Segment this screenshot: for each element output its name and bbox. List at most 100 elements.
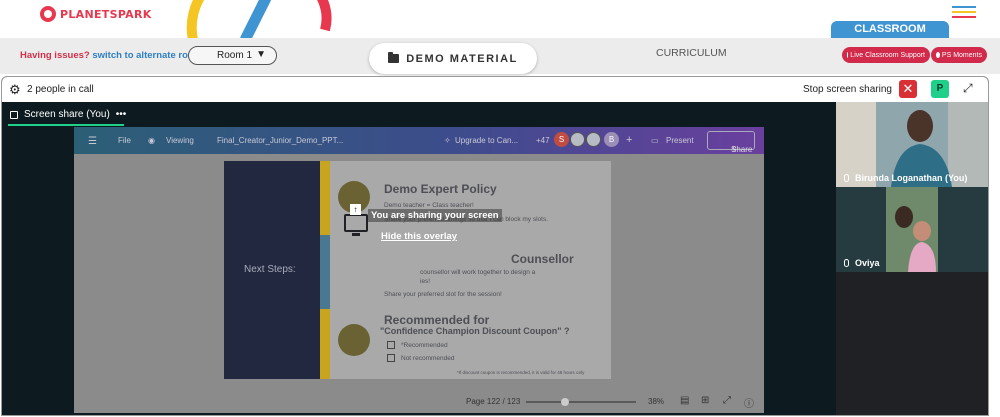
- decorative-arcs: [186, 0, 332, 40]
- close-icon: ✕: [902, 81, 914, 96]
- collaborator-avatar[interactable]: S: [554, 132, 569, 147]
- planetspark-logo[interactable]: PLANETSPARK: [40, 6, 152, 22]
- canva-viewing-mode[interactable]: Viewing: [166, 136, 194, 145]
- collaborator-avatar[interactable]: [586, 132, 601, 147]
- slide-text: Not recommended: [401, 355, 455, 362]
- crown-icon: ✧: [444, 136, 451, 145]
- live-support-label: Live Classroom Support: [850, 51, 925, 59]
- curriculum-tab[interactable]: CURRICULUM: [656, 47, 727, 59]
- canva-footer: Page 122 / 123 38% ▤ ⊞ ⤢ ⓘ: [74, 389, 764, 413]
- screen-share-tab[interactable]: Screen share (You) •••: [10, 109, 126, 120]
- collaborator-avatar[interactable]: B: [604, 132, 619, 147]
- microphone-icon: [844, 174, 849, 182]
- next-steps-label: Next Steps:: [244, 264, 296, 275]
- canva-share-label: Share: [731, 145, 753, 154]
- zoom-level: 38%: [648, 397, 665, 406]
- notes-icon[interactable]: ▤: [680, 395, 689, 406]
- sharing-overlay-title: You are sharing your screen: [368, 209, 502, 222]
- slide-left-panel: Next Steps:: [224, 161, 320, 379]
- slide-text: ies!: [420, 278, 431, 285]
- screen-share-icon: [10, 110, 18, 119]
- sharing-overlay: ↑ You are sharing your screen Hide this …: [344, 204, 604, 267]
- hamburger-menu-icon[interactable]: [952, 6, 976, 20]
- active-tab-indicator: [8, 124, 124, 126]
- canva-menu-icon[interactable]: ☰: [88, 136, 97, 147]
- participant-name-label: Oviya: [855, 258, 880, 268]
- logo-text: PLANETSPARK: [60, 7, 152, 21]
- demo-material-button[interactable]: DEMO MATERIAL: [369, 43, 537, 74]
- slide-stripe: [320, 235, 330, 309]
- checkbox: [387, 341, 395, 349]
- zoom-slider-handle[interactable]: [561, 398, 569, 406]
- ps-moments-button[interactable]: PS Moments: [931, 47, 987, 63]
- grid-view-icon[interactable]: ⊞: [701, 395, 709, 406]
- folder-icon: [388, 52, 400, 63]
- demo-material-label: DEMO MATERIAL: [406, 52, 518, 65]
- video-call-frame: ⚙ 2 people in call Stop screen sharing ✕…: [1, 76, 989, 416]
- shared-screen: ☰ File ◉ Viewing Final_Creator_Junior_De…: [74, 127, 764, 413]
- participant-name: Birunda Loganathan (You): [844, 173, 967, 183]
- room-select-value: Room 1: [217, 50, 253, 61]
- slide-text: Share your preferred slot for the sessio…: [384, 291, 502, 298]
- page-indicator: Page 122 / 123: [466, 397, 521, 406]
- canva-share-button[interactable]: ⇪ Share: [707, 131, 755, 154]
- shared-screen-stage: ☰ File ◉ Viewing Final_Creator_Junior_De…: [2, 127, 836, 415]
- people-count: 2 people in call: [27, 84, 94, 95]
- expand-icon[interactable]: ⤢: [963, 81, 973, 96]
- slide-stripe: [320, 309, 330, 379]
- canva-toolbar: ☰ File ◉ Viewing Final_Creator_Junior_De…: [74, 127, 764, 154]
- ps-moments-label: PS Moments: [941, 51, 982, 59]
- issues-question: Having issues?: [20, 50, 90, 61]
- issues-notice: Having issues? switch to alternate room: [20, 50, 202, 61]
- present-icon: ▭: [651, 136, 659, 145]
- more-options-icon[interactable]: •••: [116, 109, 127, 120]
- slide-footnote: *If discount coupon is recommended, it i…: [457, 370, 585, 375]
- screen-share-tab-label: Screen share (You): [24, 109, 110, 120]
- page: PLANETSPARK CLASSROOM Having issues? swi…: [0, 0, 1000, 417]
- screen-share-tabbar: Screen share (You) •••: [2, 102, 836, 127]
- plus-icon[interactable]: +: [626, 134, 632, 146]
- room-select[interactable]: Room 1 ▼: [188, 46, 277, 65]
- alternate-room-link[interactable]: switch to alternate room: [92, 50, 202, 61]
- logo-mark-icon: [40, 6, 56, 22]
- slide-text: counsellor will work together to design …: [420, 269, 536, 276]
- canva-file-menu[interactable]: File: [118, 136, 131, 145]
- collaborator-count: +47: [536, 136, 550, 145]
- fullscreen-icon[interactable]: ⤢: [723, 395, 731, 406]
- participants-panel: Birunda Loganathan (You) Oviya: [836, 102, 988, 415]
- canva-present-button[interactable]: Present: [666, 136, 694, 145]
- slide-heading: Demo Expert Policy: [384, 182, 497, 196]
- monitor-icon: [344, 214, 368, 236]
- participant-tile[interactable]: Oviya: [836, 187, 988, 272]
- classroom-tab[interactable]: CLASSROOM: [831, 21, 949, 38]
- canva-upgrade-button[interactable]: Upgrade to Can...: [455, 136, 518, 145]
- participant-avatar[interactable]: P: [931, 80, 949, 98]
- collaborator-avatar[interactable]: [570, 132, 585, 147]
- participant-name: Oviya: [844, 258, 880, 268]
- upload-arrow-icon: ↑: [350, 204, 361, 215]
- slide-stripe: [320, 161, 330, 235]
- caret-down-icon: ▼: [256, 49, 266, 60]
- top-header: PLANETSPARK CLASSROOM: [0, 0, 1000, 40]
- hide-overlay-link[interactable]: Hide this overlay: [381, 231, 457, 242]
- call-toolbar: ⚙ 2 people in call Stop screen sharing ✕…: [2, 77, 988, 102]
- stop-sharing-label: Stop screen sharing: [803, 84, 892, 95]
- participant-name-label: Birunda Loganathan (You): [855, 173, 968, 183]
- live-support-button[interactable]: Live Classroom Support: [842, 47, 930, 63]
- checkbox: [387, 354, 395, 362]
- slide-heading: "Confidence Champion Discount Coupon" ?: [380, 326, 570, 336]
- slide-text: *Recommended: [401, 342, 448, 349]
- stop-sharing-button[interactable]: ✕: [899, 80, 917, 98]
- info-icon: [847, 52, 849, 58]
- ticket-badge-icon: [338, 324, 370, 356]
- star-icon: [936, 52, 940, 58]
- presentation-slide: Next Steps: Demo Expert Policy Demo teac…: [224, 161, 611, 379]
- slide-heading: Recommended for: [384, 313, 490, 327]
- participant-tile[interactable]: Birunda Loganathan (You): [836, 102, 988, 187]
- canva-doc-title: Final_Creator_Junior_Demo_PPT...: [217, 136, 344, 145]
- eye-icon: ◉: [148, 136, 155, 145]
- microphone-icon: [844, 259, 849, 267]
- zoom-slider[interactable]: [526, 401, 636, 403]
- help-icon[interactable]: ⓘ: [744, 395, 754, 410]
- gear-icon[interactable]: ⚙: [9, 82, 21, 98]
